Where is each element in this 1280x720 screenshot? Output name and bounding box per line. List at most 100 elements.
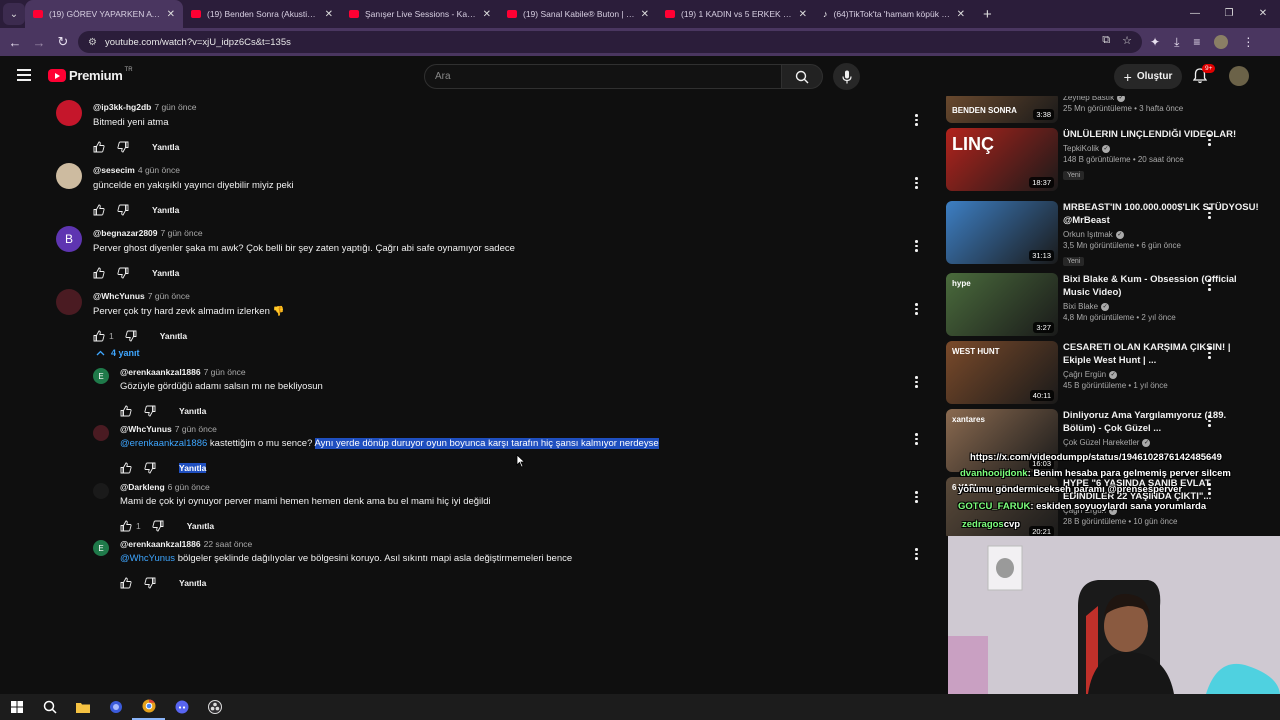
video-menu-icon[interactable] [1208, 415, 1212, 429]
browser-tab[interactable]: (19) GÖREV YAPARKEN AYNASI... ✕ [25, 0, 183, 28]
dislike-icon[interactable] [116, 140, 130, 154]
commenter-avatar[interactable] [93, 425, 109, 441]
reply-button[interactable]: Yanıtla [160, 331, 187, 341]
comment-time[interactable]: 7 gün önce [161, 228, 203, 238]
like-icon[interactable] [119, 461, 133, 475]
video-title[interactable]: CESARETI OLAN KARŞIMA ÇIKSIN! | Ekiple W… [1063, 341, 1259, 367]
new-tab-button[interactable]: + [983, 6, 992, 23]
comment-time[interactable]: 7 gün önce [154, 102, 196, 112]
video-menu-icon[interactable] [1208, 483, 1212, 497]
comment-menu-icon[interactable] [915, 303, 919, 317]
browser-menu-icon[interactable]: ⋮ [1242, 35, 1254, 49]
like-icon[interactable] [92, 203, 106, 217]
video-thumbnail[interactable]: hype 3:27 [946, 273, 1058, 336]
reply-button[interactable]: Yanıtla [152, 205, 179, 215]
commenter-avatar[interactable]: B [56, 226, 82, 252]
like-icon[interactable] [119, 576, 133, 590]
video-thumbnail[interactable]: 31:13 [946, 201, 1058, 264]
like-icon[interactable] [119, 404, 133, 418]
comment-menu-icon[interactable] [915, 240, 919, 254]
browser-tab[interactable]: (19) Benden Sonra (Akustik) - 2... ✕ [183, 0, 341, 28]
like-icon[interactable] [92, 266, 106, 280]
reply-button[interactable]: Yanıtla [187, 521, 214, 531]
comment-time[interactable]: 7 gün önce [204, 367, 246, 377]
reply-button[interactable]: Yanıtla [152, 142, 179, 152]
commenter-avatar[interactable]: E [93, 540, 109, 556]
reply-button[interactable]: Yanıtla [152, 268, 179, 278]
comment-time[interactable]: 7 gün önce [148, 291, 190, 301]
search-icon[interactable] [33, 694, 66, 720]
chrome-icon[interactable] [132, 694, 165, 720]
comment-menu-icon[interactable] [915, 376, 919, 390]
reload-icon[interactable]: ↻ [51, 34, 75, 50]
comment-time[interactable]: 22 saat önce [204, 539, 253, 549]
search-input[interactable]: Ara [424, 64, 782, 89]
browser-tab[interactable]: (19) Sanal Kabile® Buton | 22.1... ✕ [499, 0, 657, 28]
comment-author[interactable]: @Darkleng [120, 482, 165, 492]
bookmark-star-icon[interactable]: ☆ [1122, 34, 1132, 47]
video-title[interactable]: HYPE "6 YAŞINDA ŞANIB EVLAT EDINDILER 22… [1063, 477, 1259, 503]
discord-icon[interactable] [165, 694, 198, 720]
youtube-premium-logo[interactable]: Premium TR [48, 67, 133, 83]
close-tab-icon[interactable]: ✕ [641, 9, 649, 20]
comment-time[interactable]: 6 gün önce [168, 482, 210, 492]
comment-author[interactable]: @erenkaankzal1886 [120, 539, 201, 549]
comment-author[interactable]: @erenkaankzal1886 [120, 367, 201, 377]
video-menu-icon[interactable] [1208, 347, 1212, 361]
close-tab-icon[interactable]: ✕ [325, 9, 333, 20]
address-bar[interactable]: ⚙ youtube.com/watch?v=xjU_idpz6Cs&t=135s… [78, 31, 1142, 53]
channel-name[interactable]: Bixi Blake [1063, 302, 1098, 311]
close-tab-icon[interactable]: ✕ [799, 9, 807, 20]
channel-name[interactable]: Çok Güzel Hareketler [1063, 438, 1139, 447]
dislike-icon[interactable] [143, 404, 157, 418]
comment-time[interactable]: 7 gün önce [175, 424, 217, 434]
minimize-icon[interactable]: — [1178, 0, 1212, 28]
comment-author[interactable]: @WhcYunus [93, 291, 145, 301]
video-title[interactable]: MRBEAST'IN 100.000.000$'LIK STÜDYOSU! @M… [1063, 201, 1259, 227]
create-button[interactable]: + Oluştur [1114, 64, 1182, 89]
like-icon[interactable] [92, 329, 106, 343]
video-menu-icon[interactable] [1208, 279, 1212, 293]
close-tab-icon[interactable]: ✕ [957, 9, 965, 20]
video-thumbnail[interactable]: BENDEN SONRA 3:38 [946, 96, 1058, 123]
dislike-icon[interactable] [143, 576, 157, 590]
video-thumbnail[interactable]: xantares 16:03 [946, 409, 1058, 472]
channel-name[interactable]: TepkiKolik [1063, 144, 1099, 153]
close-window-icon[interactable]: ✕ [1246, 0, 1280, 28]
back-icon[interactable]: ← [3, 35, 27, 50]
commenter-avatar[interactable]: E [93, 368, 109, 384]
forward-icon[interactable]: → [27, 35, 51, 50]
video-thumbnail[interactable]: WEST HUNT 40:11 [946, 341, 1058, 404]
video-menu-icon[interactable] [1208, 207, 1212, 221]
dislike-icon[interactable] [116, 203, 130, 217]
dislike-icon[interactable] [124, 329, 138, 343]
video-thumbnail[interactable]: LINÇ 18:37 [946, 128, 1058, 191]
commenter-avatar[interactable] [56, 289, 82, 315]
comment-time[interactable]: 4 gün önce [138, 165, 180, 175]
install-app-icon[interactable]: ⧉ [1102, 34, 1110, 47]
mention-link[interactable]: @erenkaankzal1886 [120, 438, 207, 449]
comment-author[interactable]: @begnazar2809 [93, 228, 158, 238]
channel-name[interactable]: Çağrı Ergün [1063, 370, 1106, 379]
browser-tab[interactable]: (19) 1 KADIN vs 5 ERKEK | KIYAF... ✕ [657, 0, 815, 28]
comment-author[interactable]: @ip3kk-hg2db [93, 102, 151, 112]
file-explorer-icon[interactable] [66, 694, 99, 720]
video-title[interactable]: ÜNLÜLERIN LINÇLENDIĞI VIDEOLAR! [1063, 128, 1259, 141]
profile-avatar[interactable] [1214, 35, 1229, 49]
reply-button[interactable]: Yanıtla [179, 406, 206, 416]
reply-button[interactable]: Yanıtla [179, 463, 207, 473]
video-menu-icon[interactable] [1208, 134, 1212, 148]
download-icon[interactable]: ⤓ [1174, 35, 1179, 50]
user-avatar[interactable] [1229, 66, 1249, 86]
channel-name[interactable]: Çağrı Ergün [1063, 506, 1106, 515]
restore-icon[interactable]: ❐ [1212, 0, 1246, 28]
commenter-avatar[interactable] [93, 483, 109, 499]
comment-author[interactable]: @sesecim [93, 165, 135, 175]
comment-menu-icon[interactable] [915, 177, 919, 191]
close-tab-icon[interactable]: ✕ [483, 9, 491, 20]
commenter-avatar[interactable] [56, 163, 82, 189]
search-button[interactable] [781, 64, 823, 89]
notifications-button[interactable]: 9+ [1192, 64, 1216, 89]
channel-name[interactable]: Zeynep Bastık [1063, 96, 1114, 102]
tab-search-dropdown-icon[interactable]: ⌄ [3, 3, 25, 25]
